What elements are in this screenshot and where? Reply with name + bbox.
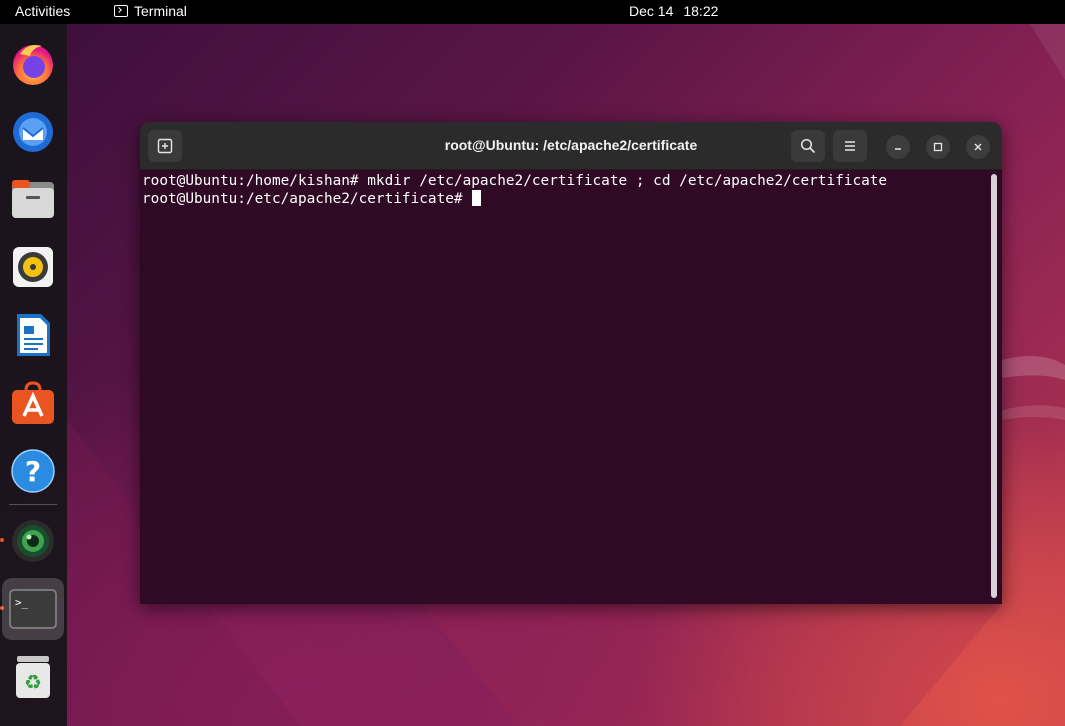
software-icon xyxy=(12,381,54,424)
terminal-window: root@Ubuntu: /etc/apache2/certificate ro… xyxy=(140,122,1002,604)
close-icon xyxy=(974,143,982,151)
dock-item-thunderbird[interactable] xyxy=(8,106,58,156)
dock-item-rhythmbox[interactable] xyxy=(8,242,58,292)
terminal-prompt: root@Ubuntu:/etc/apache2/certificate# xyxy=(142,191,472,207)
writer-icon xyxy=(17,314,50,356)
dock-item-writer[interactable] xyxy=(8,310,58,360)
dock-item-terminal[interactable]: >_ xyxy=(2,578,64,640)
minimize-button[interactable] xyxy=(886,135,910,159)
scrollbar[interactable] xyxy=(991,174,997,598)
dock-item-firefox[interactable] xyxy=(8,38,58,88)
terminal-prompt-line: root@Ubuntu:/etc/apache2/certificate# xyxy=(142,190,482,208)
search-button[interactable] xyxy=(791,130,825,162)
dock-item-software[interactable] xyxy=(8,378,58,428)
clock-date: Dec 14 xyxy=(629,3,674,19)
maximize-button[interactable] xyxy=(926,135,950,159)
camera-icon xyxy=(12,520,54,562)
hamburger-menu-icon xyxy=(845,141,855,151)
menu-button[interactable] xyxy=(833,130,867,162)
dock: ? >_ ♻ xyxy=(0,24,67,726)
dock-item-files[interactable] xyxy=(8,174,58,224)
thunderbird-icon xyxy=(13,112,53,152)
top-bar: Activities Terminal Dec 14 18:22 xyxy=(0,0,1065,24)
trash-icon: ♻ xyxy=(16,656,50,698)
dock-item-help[interactable]: ? xyxy=(8,446,58,496)
title-bar[interactable]: root@Ubuntu: /etc/apache2/certificate xyxy=(140,122,1002,170)
dock-separator xyxy=(9,504,57,505)
dock-item-trash[interactable]: ♻ xyxy=(8,652,58,702)
app-menu-label: Terminal xyxy=(134,3,187,19)
running-indicator xyxy=(0,538,4,542)
terminal-icon xyxy=(114,5,128,17)
clock[interactable]: Dec 14 18:22 xyxy=(629,3,718,19)
terminal-line: root@Ubuntu:/home/kishan# mkdir /etc/apa… xyxy=(142,173,888,189)
app-menu[interactable]: Terminal xyxy=(114,3,187,19)
svg-text:?: ? xyxy=(25,455,41,488)
rhythmbox-icon xyxy=(13,247,53,287)
maximize-icon xyxy=(933,142,943,152)
clock-time: 18:22 xyxy=(683,3,719,19)
terminal-output[interactable]: root@Ubuntu:/home/kishan# mkdir /etc/apa… xyxy=(140,170,1002,604)
activities-button[interactable]: Activities xyxy=(15,3,70,19)
svg-text:♻: ♻ xyxy=(24,670,42,694)
text-cursor xyxy=(472,190,482,206)
firefox-icon xyxy=(13,45,53,85)
files-icon xyxy=(12,180,54,218)
minimize-icon xyxy=(895,148,901,150)
svg-text:>_: >_ xyxy=(15,596,29,609)
search-icon xyxy=(800,138,816,154)
terminal-icon: >_ xyxy=(9,589,57,629)
dock-item-camera[interactable] xyxy=(8,516,58,566)
close-button[interactable] xyxy=(966,135,990,159)
help-icon: ? xyxy=(11,449,55,493)
window-title: root@Ubuntu: /etc/apache2/certificate xyxy=(444,137,698,153)
